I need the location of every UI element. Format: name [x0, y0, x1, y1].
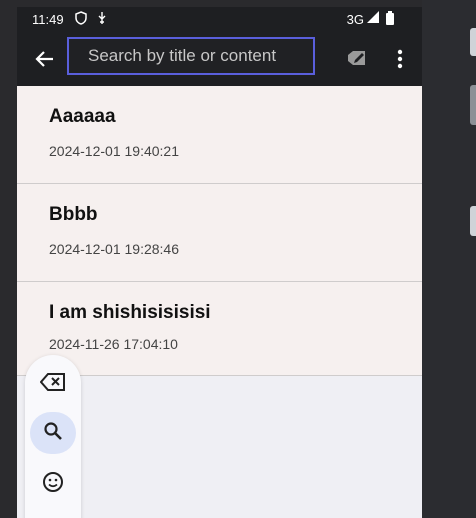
note-title: Bbbb: [49, 204, 98, 225]
signal-icon: [367, 11, 379, 27]
note-date: 2024-12-01 19:28:46: [49, 241, 179, 257]
phone-screen: 11:49 3G Aaaaaa 2024-12-01 19: [17, 7, 422, 518]
note-date: 2024-12-01 19:40:21: [49, 143, 179, 159]
status-bar: 11:49 3G: [17, 7, 422, 31]
note-item[interactable]: Bbbb 2024-12-01 19:28:46: [17, 184, 422, 282]
note-title: Aaaaaa: [49, 106, 116, 127]
keyboard-toolbar: [25, 355, 81, 518]
search-field[interactable]: [67, 37, 315, 75]
search-button[interactable]: [30, 412, 76, 454]
usb-icon: [96, 11, 108, 28]
side-tab[interactable]: [470, 28, 476, 56]
emoji-icon: [42, 471, 64, 498]
search-input[interactable]: [69, 39, 313, 73]
note-item[interactable]: Aaaaaa 2024-12-01 19:40:21: [17, 86, 422, 184]
backspace-button[interactable]: [30, 363, 76, 405]
status-time: 11:49: [32, 12, 64, 27]
side-tab[interactable]: [470, 206, 476, 236]
side-tab[interactable]: [470, 85, 476, 125]
desktop-side-panel: [422, 0, 476, 518]
more-vert-icon[interactable]: [391, 47, 409, 71]
notes-list: Aaaaaa 2024-12-01 19:40:21 Bbbb 2024-12-…: [17, 86, 422, 376]
app-bar: [17, 31, 422, 86]
battery-icon: [386, 11, 394, 28]
search-icon: [43, 421, 63, 446]
tag-icon[interactable]: [345, 47, 369, 71]
note-title: I am shishisisisisi: [49, 302, 211, 323]
shield-icon: [74, 11, 88, 28]
note-item[interactable]: I am shishisisisisi 2024-11-26 17:04:10: [17, 282, 422, 376]
note-date: 2024-11-26 17:04:10: [49, 336, 178, 352]
network-type: 3G: [346, 12, 364, 27]
emoji-button[interactable]: [30, 463, 76, 505]
arrow-left-icon[interactable]: [33, 47, 57, 71]
backspace-icon: [39, 372, 66, 397]
